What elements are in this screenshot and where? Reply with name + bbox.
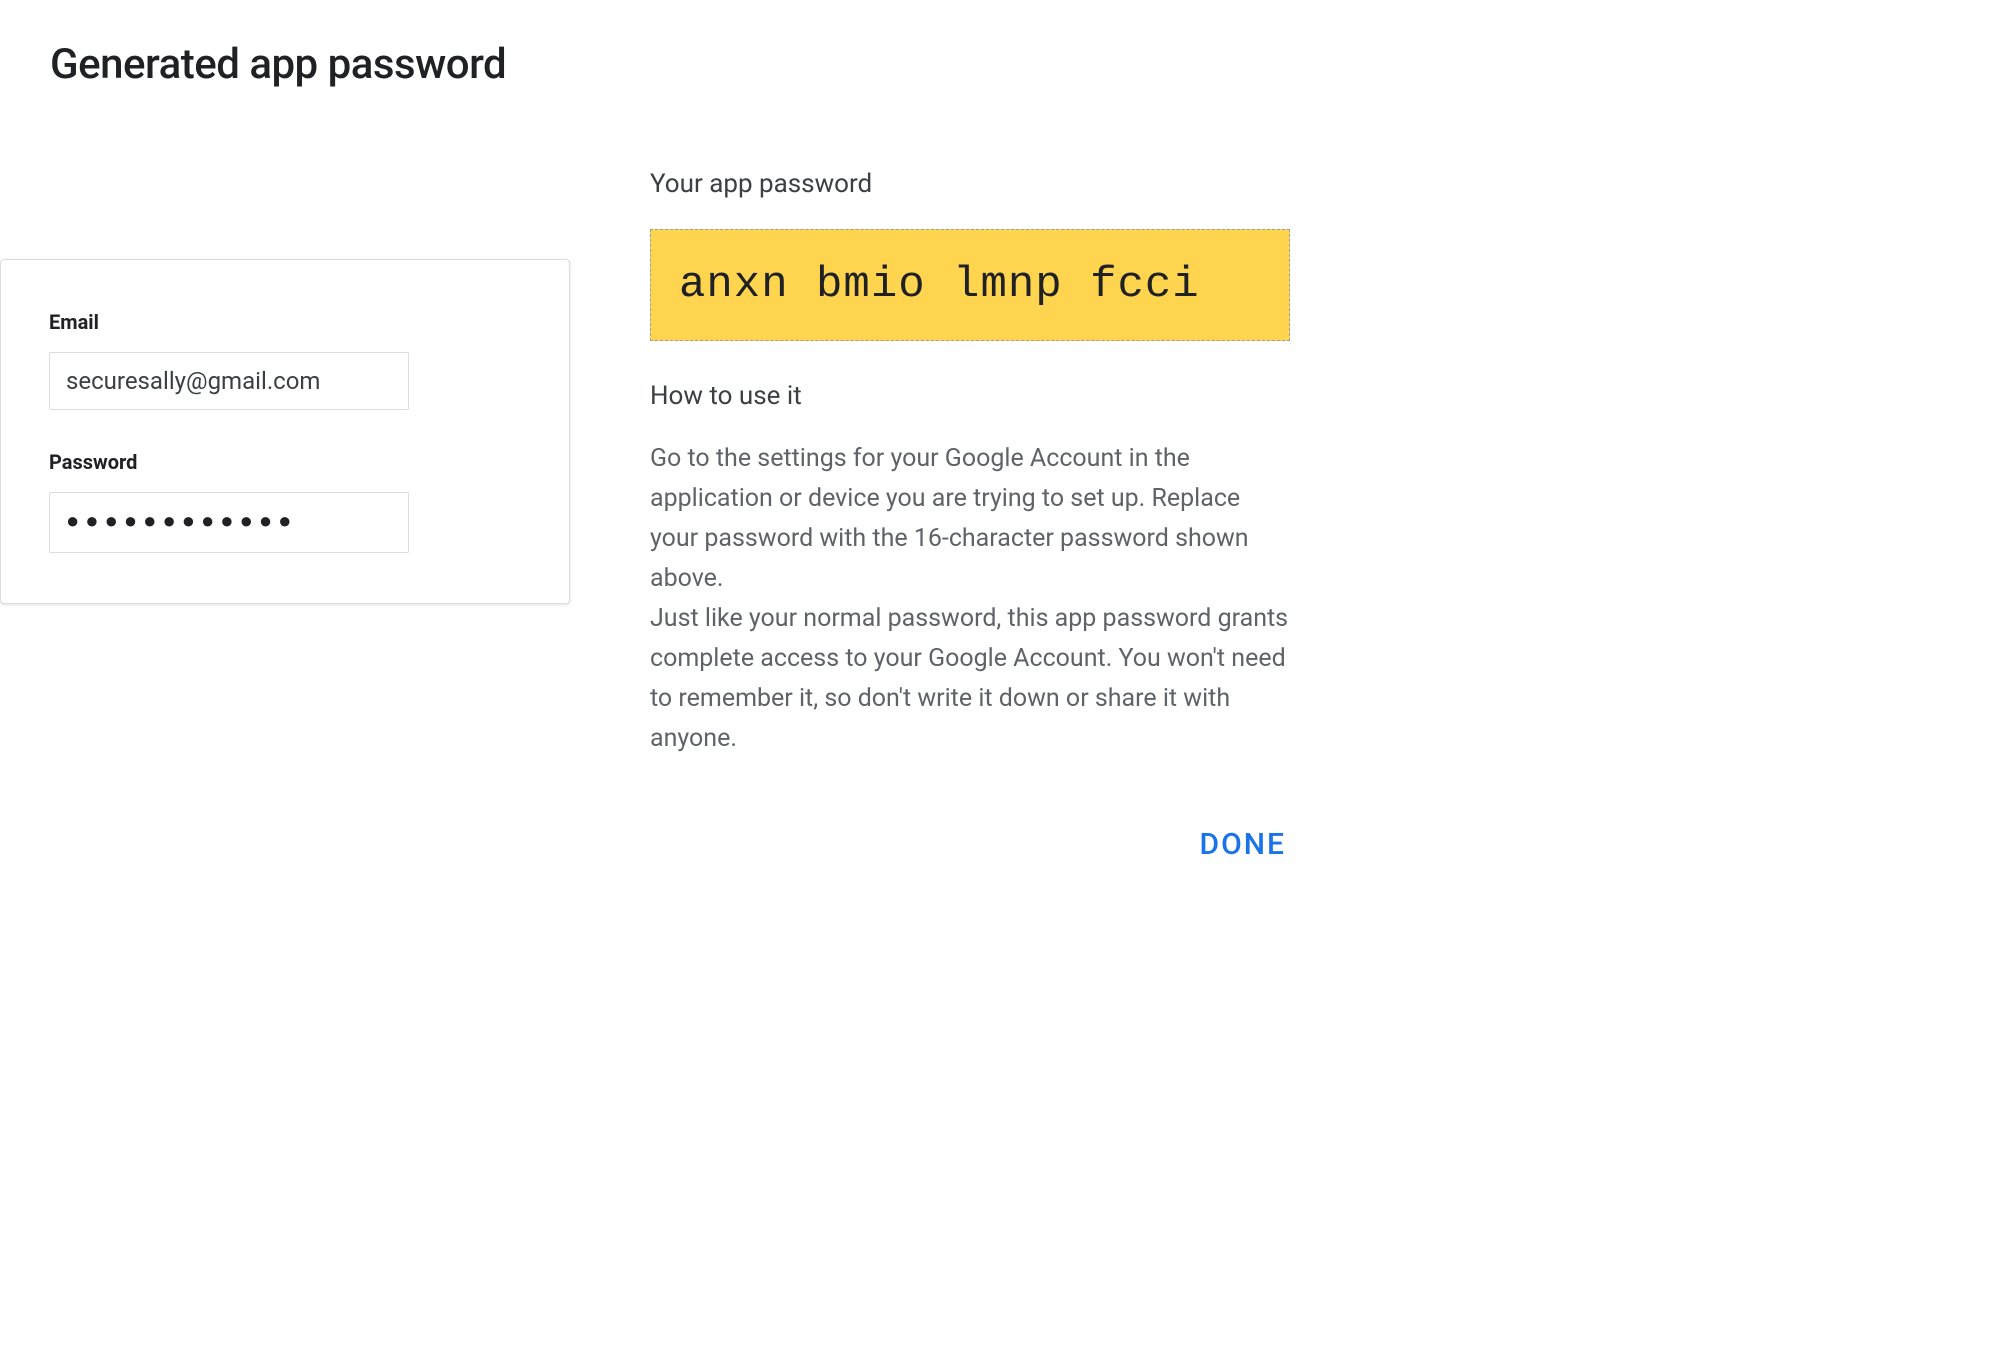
done-button[interactable]: DONE: [1196, 819, 1291, 870]
left-column: Email Password ●●●●●●●●●●●●: [50, 169, 570, 604]
password-field-group: Password ●●●●●●●●●●●●: [49, 450, 521, 553]
instructions-paragraph-1: Go to the settings for your Google Accou…: [650, 444, 1249, 593]
instructions-paragraph-2: Just like your normal password, this app…: [650, 604, 1288, 753]
app-password-heading: Your app password: [650, 169, 1290, 199]
howto-heading: How to use it: [650, 381, 1290, 411]
instructions-text: Go to the settings for your Google Accou…: [650, 439, 1290, 759]
app-password-value[interactable]: anxn bmio lmnp fcci: [650, 229, 1290, 341]
page-title: Generated app password: [50, 40, 1950, 89]
actions-row: DONE: [650, 819, 1290, 870]
right-column: Your app password anxn bmio lmnp fcci Ho…: [650, 169, 1290, 870]
email-label: Email: [49, 310, 521, 334]
password-label: Password: [49, 450, 521, 474]
email-field-group: Email: [49, 310, 521, 410]
email-input[interactable]: [49, 352, 409, 410]
content-grid: Email Password ●●●●●●●●●●●● Your app pas…: [50, 169, 1950, 870]
password-input[interactable]: ●●●●●●●●●●●●: [49, 492, 409, 553]
login-form-card: Email Password ●●●●●●●●●●●●: [0, 259, 570, 604]
